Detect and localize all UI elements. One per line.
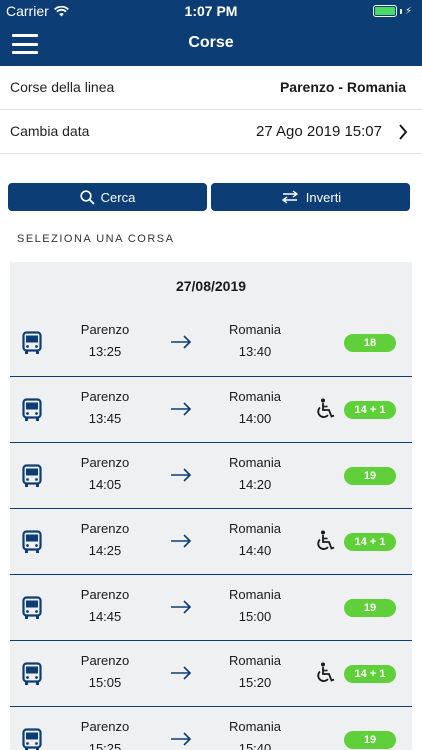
invert-label: Inverti [305,189,342,205]
swap-arrows-icon [281,190,298,204]
departure-time: 13:45 [88,411,122,426]
arrival-stop: Romania 13:40 [215,319,295,363]
line-label: Corse della linea [10,79,115,95]
section-heading: SELEZIONA UNA CORSA [17,233,175,245]
bus-icon [22,596,42,619]
arrival-time: 14:40 [238,543,272,558]
departure-time: 15:25 [88,741,122,750]
arrival-name: Romania [228,389,282,404]
departure-stop: Parenzo 13:45 [65,386,145,430]
arrival-stop: Romania 14:00 [215,386,295,430]
departure-name: Parenzo [80,587,130,602]
page-title: Corse [188,34,234,51]
departure-stop: Parenzo 14:45 [65,584,145,628]
departure-name: Parenzo [80,455,130,470]
battery-icon [372,5,397,17]
bus-icon [22,530,42,553]
seats-badge: 19 [344,731,396,749]
arrival-stop: Romania 14:20 [215,452,295,496]
trip-row[interactable]: Parenzo 14:25 Romania 14:40 14 + 1 [10,508,412,574]
status-bar: Carrier 1:07 PM ⚡ [0,0,422,22]
invert-button[interactable]: Inverti [211,183,410,211]
departure-name: Parenzo [80,322,130,337]
arrival-name: Romania [228,719,282,734]
arrival-time: 15:20 [238,675,272,690]
bus-icon [22,331,42,354]
action-buttons: Cerca Inverti [8,183,410,211]
arrival-time: 15:40 [238,741,272,750]
bus-icon [22,728,42,750]
arrow-right-icon [171,468,192,482]
departure-stop: Parenzo 15:25 [65,716,145,750]
trip-row[interactable]: Parenzo 14:45 Romania 15:00 19 [10,574,412,640]
departure-stop: Parenzo 14:25 [65,518,145,562]
line-value: Parenzo - Romania [279,79,406,95]
trip-row[interactable]: Parenzo 15:25 Romania 15:40 19 [10,706,412,750]
arrow-right-icon [171,732,192,746]
departure-name: Parenzo [80,521,130,536]
arrival-name: Romania [228,322,282,337]
seats-badge: 14 + 1 [344,533,396,551]
departure-time: 15:05 [88,675,122,690]
arrow-right-icon [171,600,192,614]
departure-stop: Parenzo 15:05 [65,650,145,694]
date-value: 27 Ago 2019 15:07 [256,123,382,140]
trip-row[interactable]: Parenzo 13:45 Romania 14:00 14 + 1 [10,376,412,442]
battery-indicator: ⚡ [372,5,412,17]
departure-stop: Parenzo 14:05 [65,452,145,496]
trip-row[interactable]: Parenzo 14:05 Romania 14:20 19 [10,442,412,508]
arrival-time: 15:00 [238,609,272,624]
arrival-time: 14:00 [238,411,272,426]
wheelchair-icon [317,662,335,682]
bus-icon [22,398,42,421]
arrival-time: 13:40 [238,344,272,359]
arrow-right-icon [171,402,192,416]
arrival-name: Romania [228,653,282,668]
seats-badge: 18 [344,334,396,352]
seats-badge: 14 + 1 [344,665,396,683]
bus-icon [22,662,42,685]
arrow-right-icon [171,335,192,349]
search-button[interactable]: Cerca [8,183,207,211]
search-label: Cerca [100,189,136,205]
charging-icon: ⚡ [404,5,412,17]
departure-name: Parenzo [80,389,130,404]
trip-row[interactable]: Parenzo 13:25 Romania 13:40 18 [10,310,412,376]
departure-time: 14:25 [88,543,122,558]
departure-time: 14:05 [88,477,122,492]
departure-name: Parenzo [80,719,130,734]
status-time: 1:07 PM [184,3,238,19]
arrival-stop: Romania 15:40 [215,716,295,750]
wheelchair-icon [317,398,335,418]
arrow-right-icon [171,534,192,548]
arrival-stop: Romania 15:00 [215,584,295,628]
arrival-name: Romania [228,587,282,602]
departure-stop: Parenzo 13:25 [65,319,145,363]
arrival-stop: Romania 14:40 [215,518,295,562]
arrival-stop: Romania 15:20 [215,650,295,694]
search-icon [80,189,95,205]
bus-icon [22,464,42,487]
arrival-name: Romania [228,455,282,470]
list-date-header: 27/08/2019 [175,278,247,294]
wheelchair-icon [317,530,335,550]
arrival-name: Romania [228,521,282,536]
change-date-row[interactable]: Cambia data 27 Ago 2019 15:07 [0,110,422,154]
date-label: Cambia data [10,123,90,139]
chevron-right-icon [399,124,408,140]
line-row: Corse della linea Parenzo - Romania [0,66,422,110]
seats-badge: 19 [344,599,396,617]
seats-badge: 19 [344,467,396,485]
arrival-time: 14:20 [238,477,272,492]
departure-name: Parenzo [80,653,130,668]
trip-row[interactable]: Parenzo 15:05 Romania 15:20 14 + 1 [10,640,412,706]
departure-time: 13:25 [88,344,122,359]
departure-time: 14:45 [88,609,122,624]
arrow-right-icon [171,666,192,680]
nav-bar: Corse [0,22,422,66]
trip-list: 27/08/2019 Parenzo 13:25 Romania 13:40 1… [10,262,412,750]
seats-badge: 14 + 1 [344,401,396,419]
